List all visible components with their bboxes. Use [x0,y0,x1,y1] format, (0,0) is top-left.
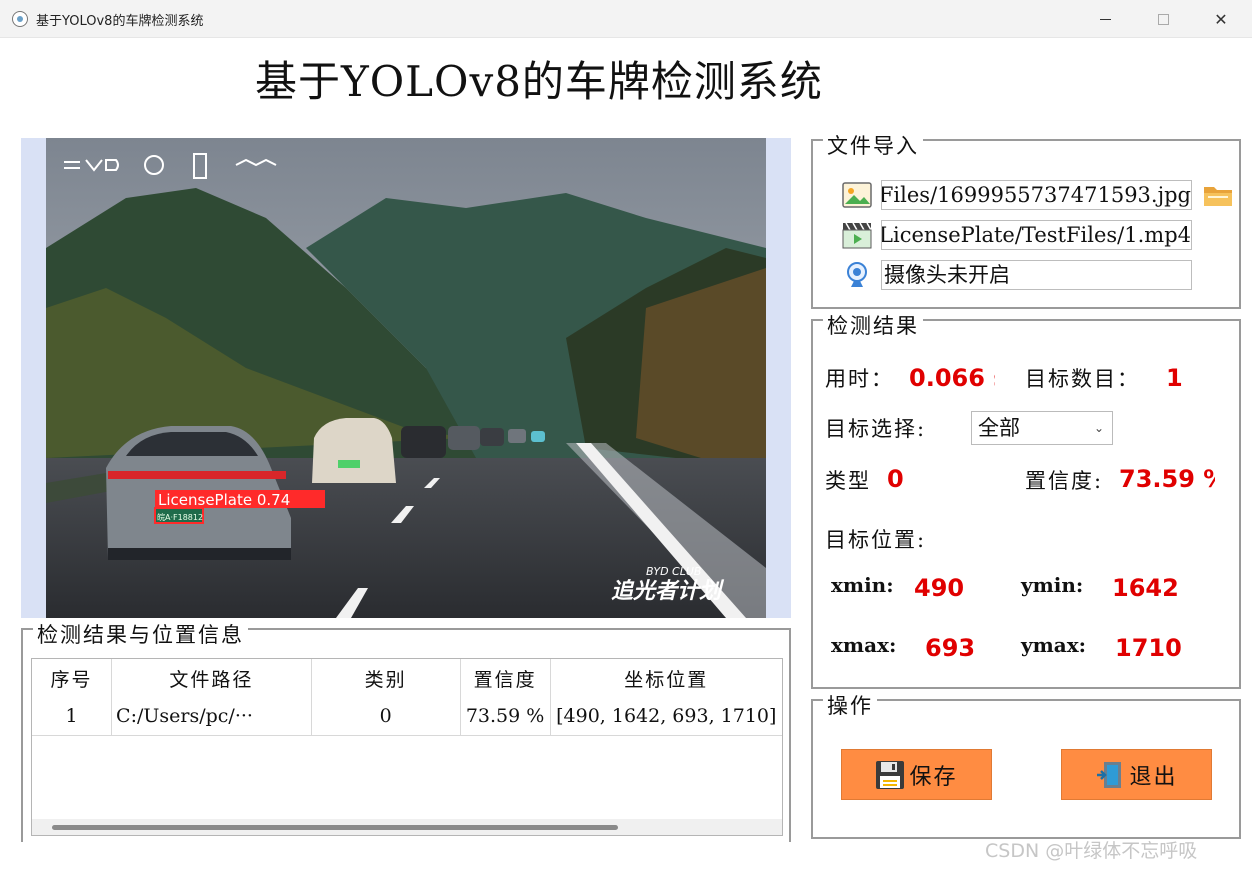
video-file-row: C:/Users/pc/Desktop/LicensePlate/TestFil… [841,219,1192,251]
xmin-value: 490 [914,574,965,602]
type-value: 0 [887,465,904,493]
close-icon: ✕ [1214,9,1228,29]
image-icon[interactable] [841,181,873,209]
ymax-value: 1710 [1115,634,1182,662]
operations-group: 操作 保存 退出 [811,693,1241,839]
window-title: 基于YOLOv8的车牌检测系统 [36,14,204,29]
image-display: LicensePlate 0.74 皖A·F18812 BYD CLUB 追光者… [21,138,791,618]
camera-icon[interactable] [841,261,873,289]
chevron-down-icon: ⌄ [1093,421,1104,435]
header-confidence[interactable]: 置信度 [460,659,551,697]
file-import-group: 文件导入 C:/Users/pc/Desktop/LicensePlate/Te… [811,133,1241,309]
ymin-label: ymin: [1021,573,1084,597]
table-header-row: 序号 文件路径 类别 置信度 坐标位置 [32,659,782,697]
floppy-disk-icon [875,760,905,790]
video-icon[interactable] [841,221,873,249]
file-import-title: 文件导入 [823,133,923,159]
maximize-icon [1157,13,1169,25]
exit-label: 退出 [1129,764,1178,790]
plate-text: 皖A·F18812 [157,512,203,522]
folder-icon[interactable] [1202,181,1234,209]
watermark: CSDN @叶绿体不忘呼吸 [985,840,1198,862]
exit-button[interactable]: 退出 [1061,749,1212,800]
cell-confidence[interactable]: 73.59 % [460,697,551,736]
results-table-group: 检测结果与位置信息 序号 文件路径 类别 置信度 坐标位置 1 C:/Users… [21,622,791,842]
ymin-value: 1642 [1112,574,1179,602]
confidence-value: 73.59 % [1119,465,1215,493]
camera-row: 摄像头未开启 [841,259,1192,291]
overlay-slogan: 追光者计划 [611,578,725,604]
confidence-label: 置信度: [1025,469,1104,493]
header-coordinates[interactable]: 坐标位置 [550,659,782,697]
count-label: 目标数目： [1025,367,1140,391]
horizontal-scrollbar[interactable] [32,819,782,835]
header-index[interactable]: 序号 [32,659,113,697]
overlay-brand: BYD CLUB [646,565,701,578]
cell-coordinates[interactable]: [490, 1642, 693, 1710] [550,697,782,736]
close-button[interactable]: ✕ [1192,0,1250,38]
window-titlebar: 基于YOLOv8的车牌检测系统 ✕ [0,0,1252,38]
detection-image: LicensePlate 0.74 皖A·F18812 BYD CLUB 追光者… [46,138,766,618]
exit-door-icon [1095,760,1125,790]
xmax-label: xmax: [831,633,897,657]
ymax-label: ymax: [1021,633,1087,657]
time-label: 用时： [825,367,894,391]
header-class[interactable]: 类别 [311,659,461,697]
camera-status-field[interactable]: 摄像头未开启 [881,260,1192,290]
results-table: 序号 文件路径 类别 置信度 坐标位置 1 C:/Users/pc/··· 0 … [31,658,783,836]
page-title: 基于YOLOv8的车牌检测系统 [255,57,823,106]
scrollbar-thumb[interactable] [52,825,618,830]
cell-index[interactable]: 1 [32,697,113,736]
target-position-label: 目标位置: [825,528,927,552]
save-label: 保存 [909,764,958,790]
xmax-value: 693 [925,634,976,662]
target-select[interactable]: 全部 ⌄ [971,411,1113,445]
app-icon [12,11,28,27]
operations-title: 操作 [823,693,877,719]
detection-results-title: 检测结果 [823,313,923,339]
minimize-button[interactable] [1076,0,1134,38]
target-select-value: 全部 [978,416,1020,440]
target-select-label: 目标选择: [825,417,927,441]
time-value: 0.066 s [909,364,995,392]
save-button[interactable]: 保存 [841,749,992,800]
results-table-title: 检测结果与位置信息 [33,622,248,648]
maximize-button[interactable] [1134,0,1192,38]
cell-class[interactable]: 0 [311,697,461,736]
image-path-field[interactable]: C:/Users/pc/Desktop/LicensePlate/TestFil… [881,180,1192,210]
detection-results-group: 检测结果 用时： 0.066 s 目标数目： 1 目标选择: 全部 ⌄ 类型 0… [811,313,1241,689]
xmin-label: xmin: [831,573,894,597]
type-label: 类型 [825,469,871,493]
count-value: 1 [1166,364,1183,392]
header-file-path[interactable]: 文件路径 [111,659,312,697]
image-file-row: C:/Users/pc/Desktop/LicensePlate/TestFil… [841,179,1234,211]
detection-label: LicensePlate 0.74 [158,491,290,509]
table-row[interactable]: 1 C:/Users/pc/··· 0 73.59 % [490, 1642, … [32,697,782,736]
cell-file-path[interactable]: C:/Users/pc/··· [111,697,312,736]
video-path-field[interactable]: C:/Users/pc/Desktop/LicensePlate/TestFil… [881,220,1192,250]
minimize-icon [1099,18,1111,20]
